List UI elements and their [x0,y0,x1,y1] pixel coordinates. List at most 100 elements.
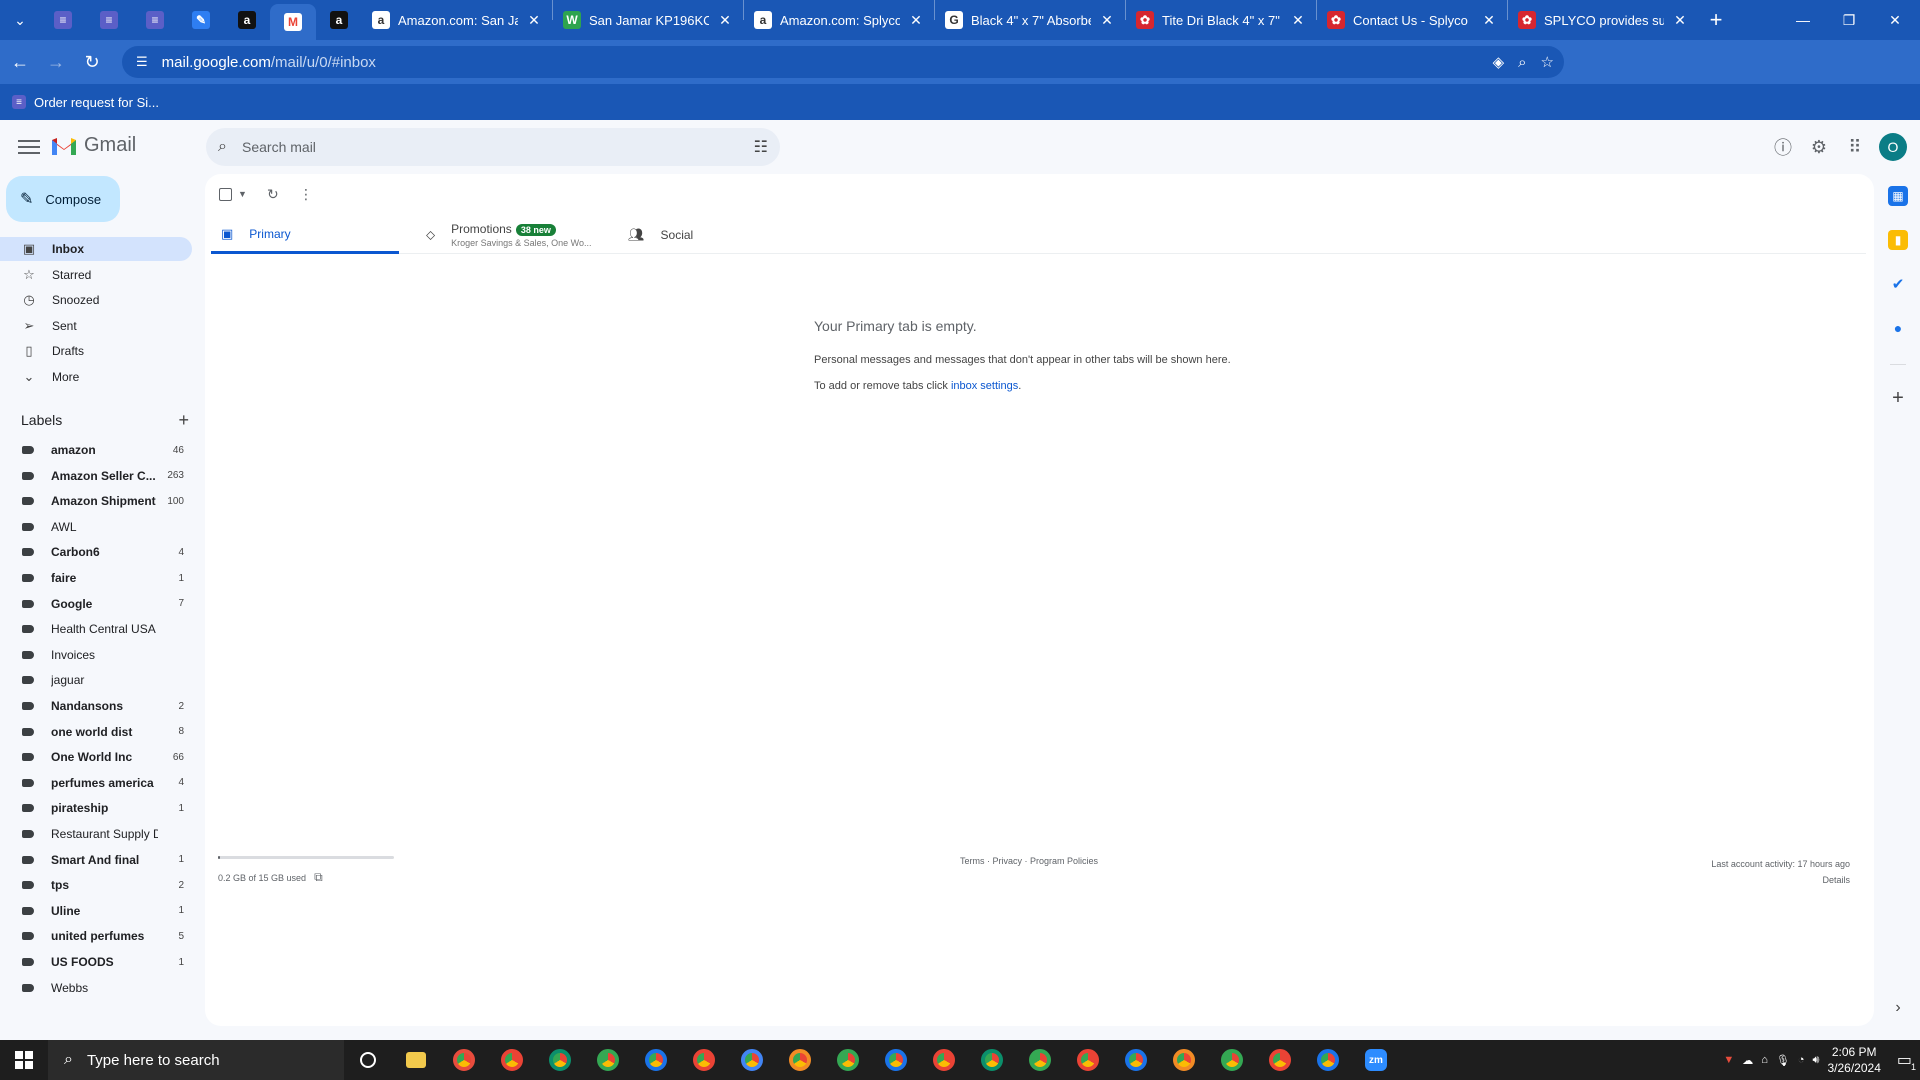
site-info-icon[interactable]: ☰ [136,54,148,70]
wifi-icon[interactable]: ◔ [1798,1054,1805,1066]
back-arrow-icon[interactable]: ← [4,46,36,78]
sidebar-item-drafts[interactable]: ▯ Drafts [0,339,192,363]
zoom-icon[interactable]: ⌕ [1518,54,1526,71]
chrome-app-icon[interactable] [1016,1040,1064,1080]
tab-close-icon[interactable]: ✕ [1099,12,1115,29]
browser-tab[interactable]: ✿ Contact Us - Splyco ✕ [1317,0,1507,40]
compose-button[interactable]: ✎ Compose [6,176,120,222]
chrome-app-icon[interactable] [728,1040,776,1080]
label-item[interactable]: US FOODS 1 [22,951,184,973]
apps-grid-icon[interactable]: ⠿ [1842,134,1868,160]
open-external-icon[interactable]: ⧉ [314,870,323,885]
add-addon-plus-icon[interactable]: + [1888,387,1908,409]
label-item[interactable]: perfumes america 4 [22,772,184,794]
label-item[interactable]: united perfumes 5 [22,925,184,947]
minimize-icon[interactable]: — [1780,0,1826,40]
label-item[interactable]: Amazon Seller C... 263 [22,465,184,487]
reload-icon[interactable]: ↻ [76,46,108,78]
label-item[interactable]: pirateship 1 [22,797,184,819]
chrome-app-icon[interactable] [968,1040,1016,1080]
pinned-tab[interactable]: a [316,0,362,40]
close-window-icon[interactable]: ✕ [1872,0,1918,40]
label-item[interactable]: amazon 46 [22,439,184,461]
chrome-app-icon[interactable] [440,1040,488,1080]
label-item[interactable]: Webbs [22,977,184,999]
expand-panel-chevron-icon[interactable]: › [1888,998,1908,1018]
tab-search-chevron-icon[interactable]: ⌄ [0,0,40,40]
label-item[interactable]: Health Central USA [22,618,184,640]
inbox-settings-link[interactable]: inbox settings [951,380,1018,392]
pinned-tab[interactable]: ≡ [86,0,132,40]
pinned-tab[interactable]: ✎ [178,0,224,40]
tab-close-icon[interactable]: ✕ [1672,12,1688,29]
select-all-checkbox[interactable]: ▼ [219,182,247,206]
label-item[interactable]: Restaurant Supply D [22,823,184,845]
label-item[interactable]: Invoices [22,644,184,666]
label-item[interactable]: Carbon6 4 [22,541,184,563]
label-item[interactable]: tps 2 [22,874,184,896]
pinned-tab[interactable]: a [224,0,270,40]
restore-icon[interactable]: ❐ [1826,0,1872,40]
contacts-icon[interactable]: ● [1888,318,1908,338]
windows-start-icon[interactable] [0,1040,48,1080]
chrome-app-icon[interactable] [1064,1040,1112,1080]
label-item[interactable]: faire 1 [22,567,184,589]
pinned-tab[interactable]: ≡ [40,0,86,40]
tray-network-icon[interactable]: ⌂ [1761,1054,1768,1066]
chrome-app-icon[interactable] [680,1040,728,1080]
tray-app-icon[interactable]: ▼ [1723,1054,1734,1066]
tab-close-icon[interactable]: ✕ [908,12,924,29]
browser-tab[interactable]: a Amazon.com: San Jamar ✕ [362,0,552,40]
volume-icon[interactable]: 🔊︎ [1813,1054,1820,1067]
tab-social[interactable]: 👥︎ Social [628,216,788,254]
chrome-app-icon[interactable] [632,1040,680,1080]
gmail-logo[interactable]: Gmail [50,134,136,157]
taskbar-search[interactable]: ⌕ Type here to search [48,1040,344,1080]
add-label-plus-icon[interactable]: + [178,410,189,431]
label-item[interactable]: Google 7 [22,593,184,615]
refresh-icon[interactable]: ↻ [267,182,279,206]
chrome-app-icon[interactable] [1208,1040,1256,1080]
sidebar-item-starred[interactable]: ☆ Starred [0,263,192,287]
zoom-app-icon[interactable]: zm [1352,1040,1400,1080]
tab-close-icon[interactable]: ✕ [1290,12,1306,29]
browser-tab[interactable]: ✿ SPLYCO provides supp ✕ [1508,0,1698,40]
terms-link[interactable]: Terms [960,856,985,866]
account-avatar[interactable]: O [1879,133,1907,161]
forward-arrow-icon[interactable]: → [40,46,72,78]
taskbar-clock[interactable]: 2:06 PM 3/26/2024 [1827,1044,1880,1076]
chrome-app-icon[interactable] [536,1040,584,1080]
browser-tab[interactable]: G Black 4" x 7" Absorbent ✕ [935,0,1125,40]
bookmark-order-request[interactable]: Order request for Si... [34,95,159,110]
tab-promotions[interactable]: ⬦ Promotions 38 new Kroger Savings & Sale… [426,216,616,254]
pinned-tab[interactable]: ≡ [132,0,178,40]
chrome-app-icon[interactable] [920,1040,968,1080]
select-dropdown-icon[interactable]: ▼ [238,189,247,199]
sidebar-item-snoozed[interactable]: ◷ Snoozed [0,288,192,312]
bookmark-star-icon[interactable]: ☆ [1541,53,1554,71]
chrome-app-icon[interactable] [584,1040,632,1080]
help-icon[interactable]: ⓘ [1770,134,1796,160]
notification-icon[interactable]: ▭ 1 [1897,1050,1916,1072]
privacy-link[interactable]: Privacy [993,856,1023,866]
task-view-icon[interactable] [344,1040,392,1080]
file-explorer-icon[interactable] [392,1040,440,1080]
chrome-app-icon[interactable] [1160,1040,1208,1080]
keep-icon[interactable]: ▮ [1888,230,1908,250]
browser-tab[interactable]: a Amazon.com: Splyco U ✕ [744,0,934,40]
label-item[interactable]: Smart And final 1 [22,849,184,871]
pinned-tab[interactable]: M [270,4,316,40]
calendar-icon[interactable]: ▦ [1888,186,1908,206]
chrome-app-icon[interactable] [872,1040,920,1080]
tasks-check-icon[interactable]: ✔ [1888,274,1908,294]
label-item[interactable]: Amazon Shipment 100 [22,490,184,512]
sidebar-item-more[interactable]: ⌄ More [0,365,192,389]
label-item[interactable]: one world dist 8 [22,721,184,743]
search-options-icon[interactable]: ☷ [754,137,768,157]
tab-close-icon[interactable]: ✕ [526,12,542,29]
label-item[interactable]: Nandansons 2 [22,695,184,717]
label-item[interactable]: Uline 1 [22,900,184,922]
chrome-app-icon[interactable] [824,1040,872,1080]
eye-icon[interactable]: ◈ [1493,53,1505,71]
browser-tab[interactable]: W San Jamar KP196KCYL ✕ [553,0,743,40]
